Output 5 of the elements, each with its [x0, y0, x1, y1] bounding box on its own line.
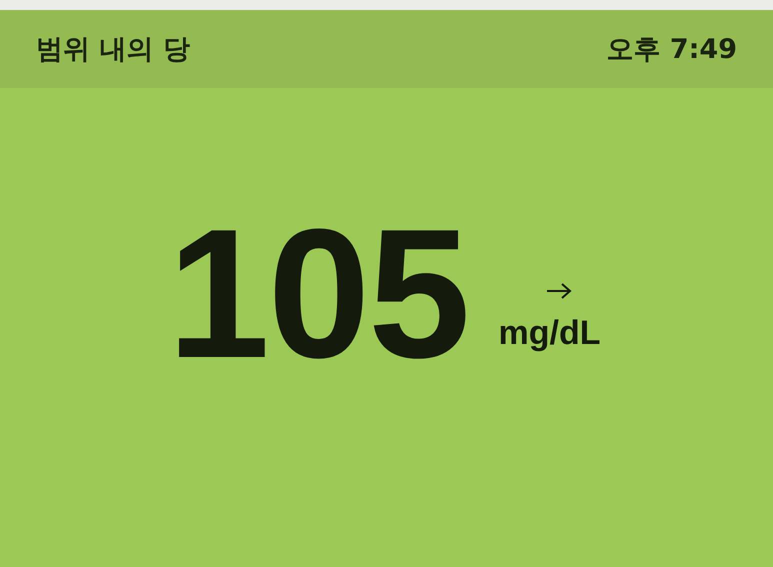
unit-label: mg/dL: [498, 314, 600, 353]
glucose-value: 105: [168, 200, 468, 384]
trend-arrow-icon: [546, 282, 572, 300]
status-title: 범위 내의 당: [36, 33, 190, 67]
clock-time: 오후 7:49: [606, 33, 737, 67]
